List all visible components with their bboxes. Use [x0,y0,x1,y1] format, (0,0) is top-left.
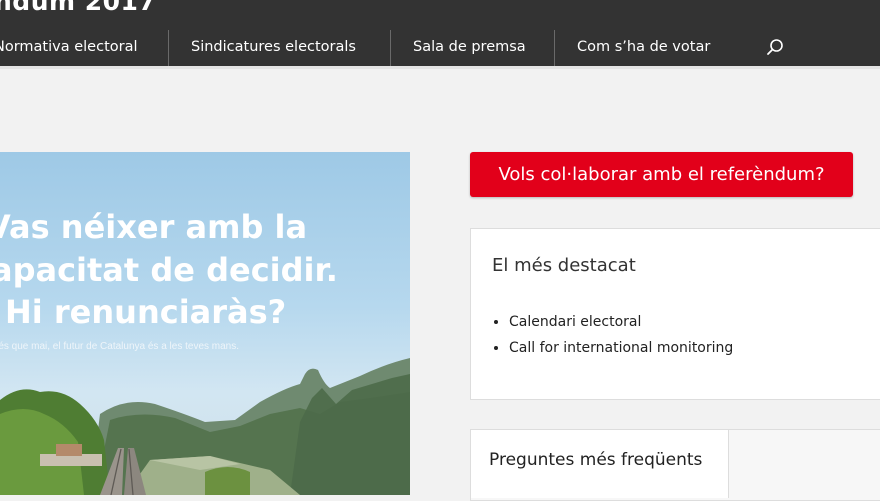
nav-item-normativa[interactable]: Normativa electoral [0,30,138,66]
hero-banner[interactable]: Vas néixer amb la capacitat de decidir. … [0,152,410,495]
nav-link-normativa[interactable]: Normativa electoral [0,30,138,64]
hero-heading-line-3: Hi renunciaràs? [5,293,287,331]
search-icon[interactable] [766,38,784,56]
featured-link-monitoring[interactable]: Call for international monitoring [509,340,733,356]
faq-tabs: Preguntes més freqüents [470,429,880,501]
list-item[interactable]: Calendari electoral [509,309,733,335]
site-header: ndum 2017 Normativa electoral Sindicatur… [0,0,880,66]
nav-item-sala-premsa[interactable]: Sala de premsa [413,30,526,66]
featured-link-calendari[interactable]: Calendari electoral [509,314,641,330]
list-item[interactable]: Call for international monitoring [509,335,733,361]
hero-heading-line-1: Vas néixer amb la [0,208,308,246]
hero-heading-line-2: capacitat de decidir. [0,251,338,289]
nav-divider [168,30,169,66]
featured-list: Calendari electoral Call for internation… [489,309,733,361]
collaborate-button[interactable]: Vols col·laborar amb el referèndum? [470,152,853,197]
header-divider [0,66,880,69]
tab-faq[interactable]: Preguntes més freqüents [471,430,729,498]
nav-divider [390,30,391,66]
site-title[interactable]: ndum 2017 [0,0,156,16]
featured-panel: El més destacat Calendari electoral Call… [470,228,880,400]
nav-divider [554,30,555,66]
nav-item-com-votar[interactable]: Com s’ha de votar [577,30,710,66]
nav-link-sindicatures[interactable]: Sindicatures electorals [191,30,356,64]
hero-subtitle: Més que mai, el futur de Catalunya és a … [0,341,240,352]
nav-link-sala-premsa[interactable]: Sala de premsa [413,30,526,64]
nav-link-com-votar[interactable]: Com s’ha de votar [577,30,710,64]
nav-item-sindicatures[interactable]: Sindicatures electorals [191,30,356,66]
featured-title: El més destacat [492,255,636,276]
tab-faq-label: Preguntes més freqüents [489,450,703,470]
